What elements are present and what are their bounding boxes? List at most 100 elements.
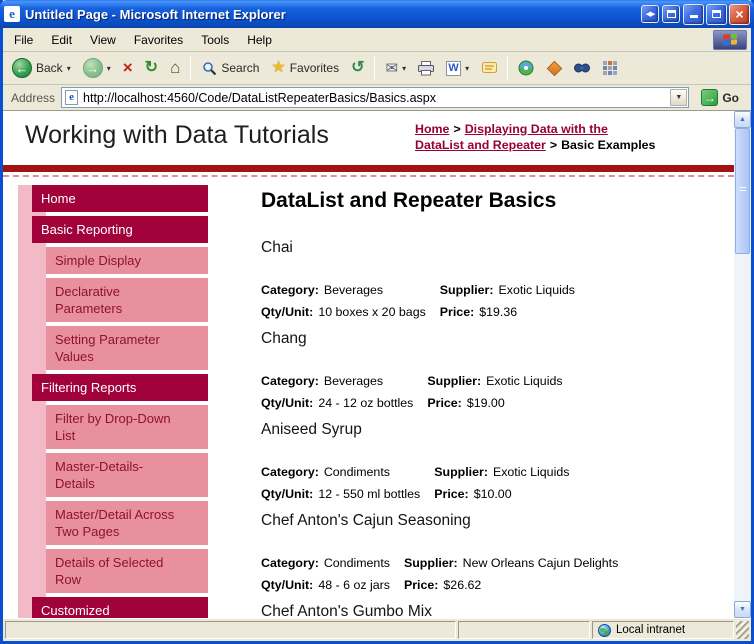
toolbar: ← Back ▾ → ▾ × ↻ ⌂ Search ★ Favorites ↺ …: [3, 52, 751, 85]
menu-help[interactable]: Help: [238, 30, 281, 50]
toolbar-separator: [507, 56, 509, 80]
sidebar-item-master-details-details[interactable]: Master-Details-Details: [46, 453, 208, 497]
mail-dropdown-icon: ▾: [402, 63, 407, 73]
address-url[interactable]: http://localhost:4560/Code/DataListRepea…: [83, 91, 665, 105]
category-value: Beverages: [323, 283, 384, 297]
supplier-value: Exotic Liquids: [498, 283, 575, 297]
research-button[interactable]: [541, 57, 567, 79]
breadcrumb-separator: >: [453, 122, 461, 136]
back-button[interactable]: ← Back ▾: [7, 55, 76, 81]
category-label: Category:: [261, 283, 319, 297]
messenger-icon: [518, 60, 534, 76]
maximize-button[interactable]: [706, 3, 727, 25]
sidebar-item-setting-parameter-values[interactable]: Setting Parameter Values: [46, 326, 208, 370]
window-title: Untitled Page - Microsoft Internet Explo…: [25, 6, 286, 22]
history-button[interactable]: ↺: [346, 57, 369, 79]
scrollbar-thumb[interactable]: [735, 128, 750, 254]
page-client-area: Working with Data Tutorials Home > Display…: [3, 111, 751, 618]
product-name: Chai: [261, 239, 293, 256]
discuss-icon: [481, 60, 497, 76]
binoculars-icon: [574, 60, 591, 76]
product-item: Chef Anton's Gumbo Mix: [261, 603, 726, 618]
back-icon: ←: [12, 58, 32, 78]
edit-with-word-button[interactable]: W ▾: [441, 58, 474, 79]
sidebar-item-master-detail-across-two-pages[interactable]: Master/Detail Across Two Pages: [46, 501, 208, 545]
home-icon: ⌂: [170, 58, 181, 77]
word-icon: W: [446, 60, 462, 76]
discuss-button[interactable]: [476, 57, 502, 79]
sidebar-item-filter-by-drop-down-list[interactable]: Filter by Drop-Down List: [46, 405, 208, 449]
qty-value: 12 - 550 ml bottles: [318, 487, 421, 501]
resize-grip[interactable]: [736, 621, 749, 639]
menu-favorites[interactable]: Favorites: [125, 30, 192, 50]
forward-icon: →: [82, 58, 103, 78]
page-header: Working with Data Tutorials Home > Display…: [3, 111, 734, 165]
binoculars-button[interactable]: [569, 57, 595, 79]
supplier-label: Supplier:: [439, 283, 494, 297]
breadcrumb-home-link[interactable]: Home: [415, 122, 449, 136]
forward-button[interactable]: → ▾: [78, 55, 116, 81]
menu-tools[interactable]: Tools: [192, 30, 238, 50]
menu-file[interactable]: File: [5, 30, 42, 50]
sidebar-item-declarative-parameters[interactable]: Declarative Parameters: [46, 278, 208, 322]
messenger-button[interactable]: [513, 57, 539, 79]
sidebar-item-home[interactable]: Home: [32, 185, 208, 212]
price-label: Price:: [427, 396, 462, 410]
home-button[interactable]: ⌂: [165, 57, 185, 79]
sidebar-item-basic-reporting[interactable]: Basic Reporting: [32, 216, 208, 243]
grid-button[interactable]: [597, 57, 623, 79]
favorites-star-icon: ★: [271, 59, 286, 76]
mail-button[interactable]: ✉ ▾: [380, 58, 411, 79]
scroll-down-button[interactable]: ▼: [734, 601, 751, 618]
stop-button[interactable]: ×: [118, 57, 138, 79]
supplier-value: New Orleans Cajun Delights: [462, 556, 619, 570]
window-extra-button-2[interactable]: [662, 5, 680, 23]
minimize-button[interactable]: [683, 3, 704, 25]
back-dropdown-icon: ▾: [66, 63, 71, 73]
print-button[interactable]: [413, 57, 439, 79]
price-label: Price:: [434, 487, 469, 501]
menu-view[interactable]: View: [81, 30, 125, 50]
go-button[interactable]: → Go: [695, 87, 745, 108]
price-value: $19.36: [479, 305, 518, 319]
category-label: Category:: [261, 465, 319, 479]
supplier-label: Supplier:: [427, 374, 482, 388]
scroll-up-button[interactable]: ▲: [734, 111, 751, 128]
product-name: Chef Anton's Gumbo Mix: [261, 603, 432, 618]
menu-edit[interactable]: Edit: [42, 30, 81, 50]
supplier-label: Supplier:: [434, 465, 488, 479]
vertical-scrollbar[interactable]: ▲ ▼: [734, 111, 751, 618]
sidebar-item-filtering-reports[interactable]: Filtering Reports: [32, 374, 208, 401]
status-progress-panel: [458, 621, 590, 639]
supplier-value: Exotic Liquids: [492, 465, 570, 479]
close-button[interactable]: ×: [729, 3, 750, 25]
category-label: Category:: [261, 374, 319, 388]
globe-icon: [598, 623, 611, 637]
product-item: Chang Category: Beverages Supplier: Exotic…: [261, 330, 726, 414]
history-icon: ↺: [351, 59, 365, 76]
qty-value: 10 boxes x 20 bags: [318, 305, 426, 319]
price-value: $19.00: [466, 396, 505, 410]
address-dropdown-button[interactable]: ▼: [670, 89, 688, 106]
back-label: Back: [36, 61, 63, 75]
address-input[interactable]: e http://localhost:4560/Code/DataListRep…: [61, 87, 690, 108]
window-extra-button-1[interactable]: ◀▶: [641, 5, 659, 23]
supplier-label: Supplier:: [403, 556, 458, 570]
price-label: Price:: [403, 578, 439, 592]
favorites-button[interactable]: ★ Favorites: [266, 57, 344, 79]
status-zone-panel: Local intranet: [592, 621, 734, 639]
address-label: Address: [11, 90, 56, 105]
sidebar-item-simple-display[interactable]: Simple Display: [46, 247, 208, 274]
refresh-button[interactable]: ↻: [140, 57, 163, 79]
search-button[interactable]: Search: [196, 57, 264, 79]
toolbar-separator: [374, 56, 376, 80]
browser-window: e Untitled Page - Microsoft Internet Exp…: [0, 0, 754, 644]
mail-icon: ✉: [385, 59, 399, 77]
sidebar-item-details-of-selected-row[interactable]: Details of Selected Row: [46, 549, 208, 593]
sidebar-item-customized-formatting[interactable]: Customized Formatting: [32, 597, 208, 618]
address-bar: Address e http://localhost:4560/Code/Dat…: [3, 85, 751, 111]
favorites-label: Favorites: [289, 61, 340, 75]
search-label: Search: [221, 61, 260, 75]
windows-logo-icon: [713, 29, 747, 50]
window-icon: [666, 10, 676, 18]
